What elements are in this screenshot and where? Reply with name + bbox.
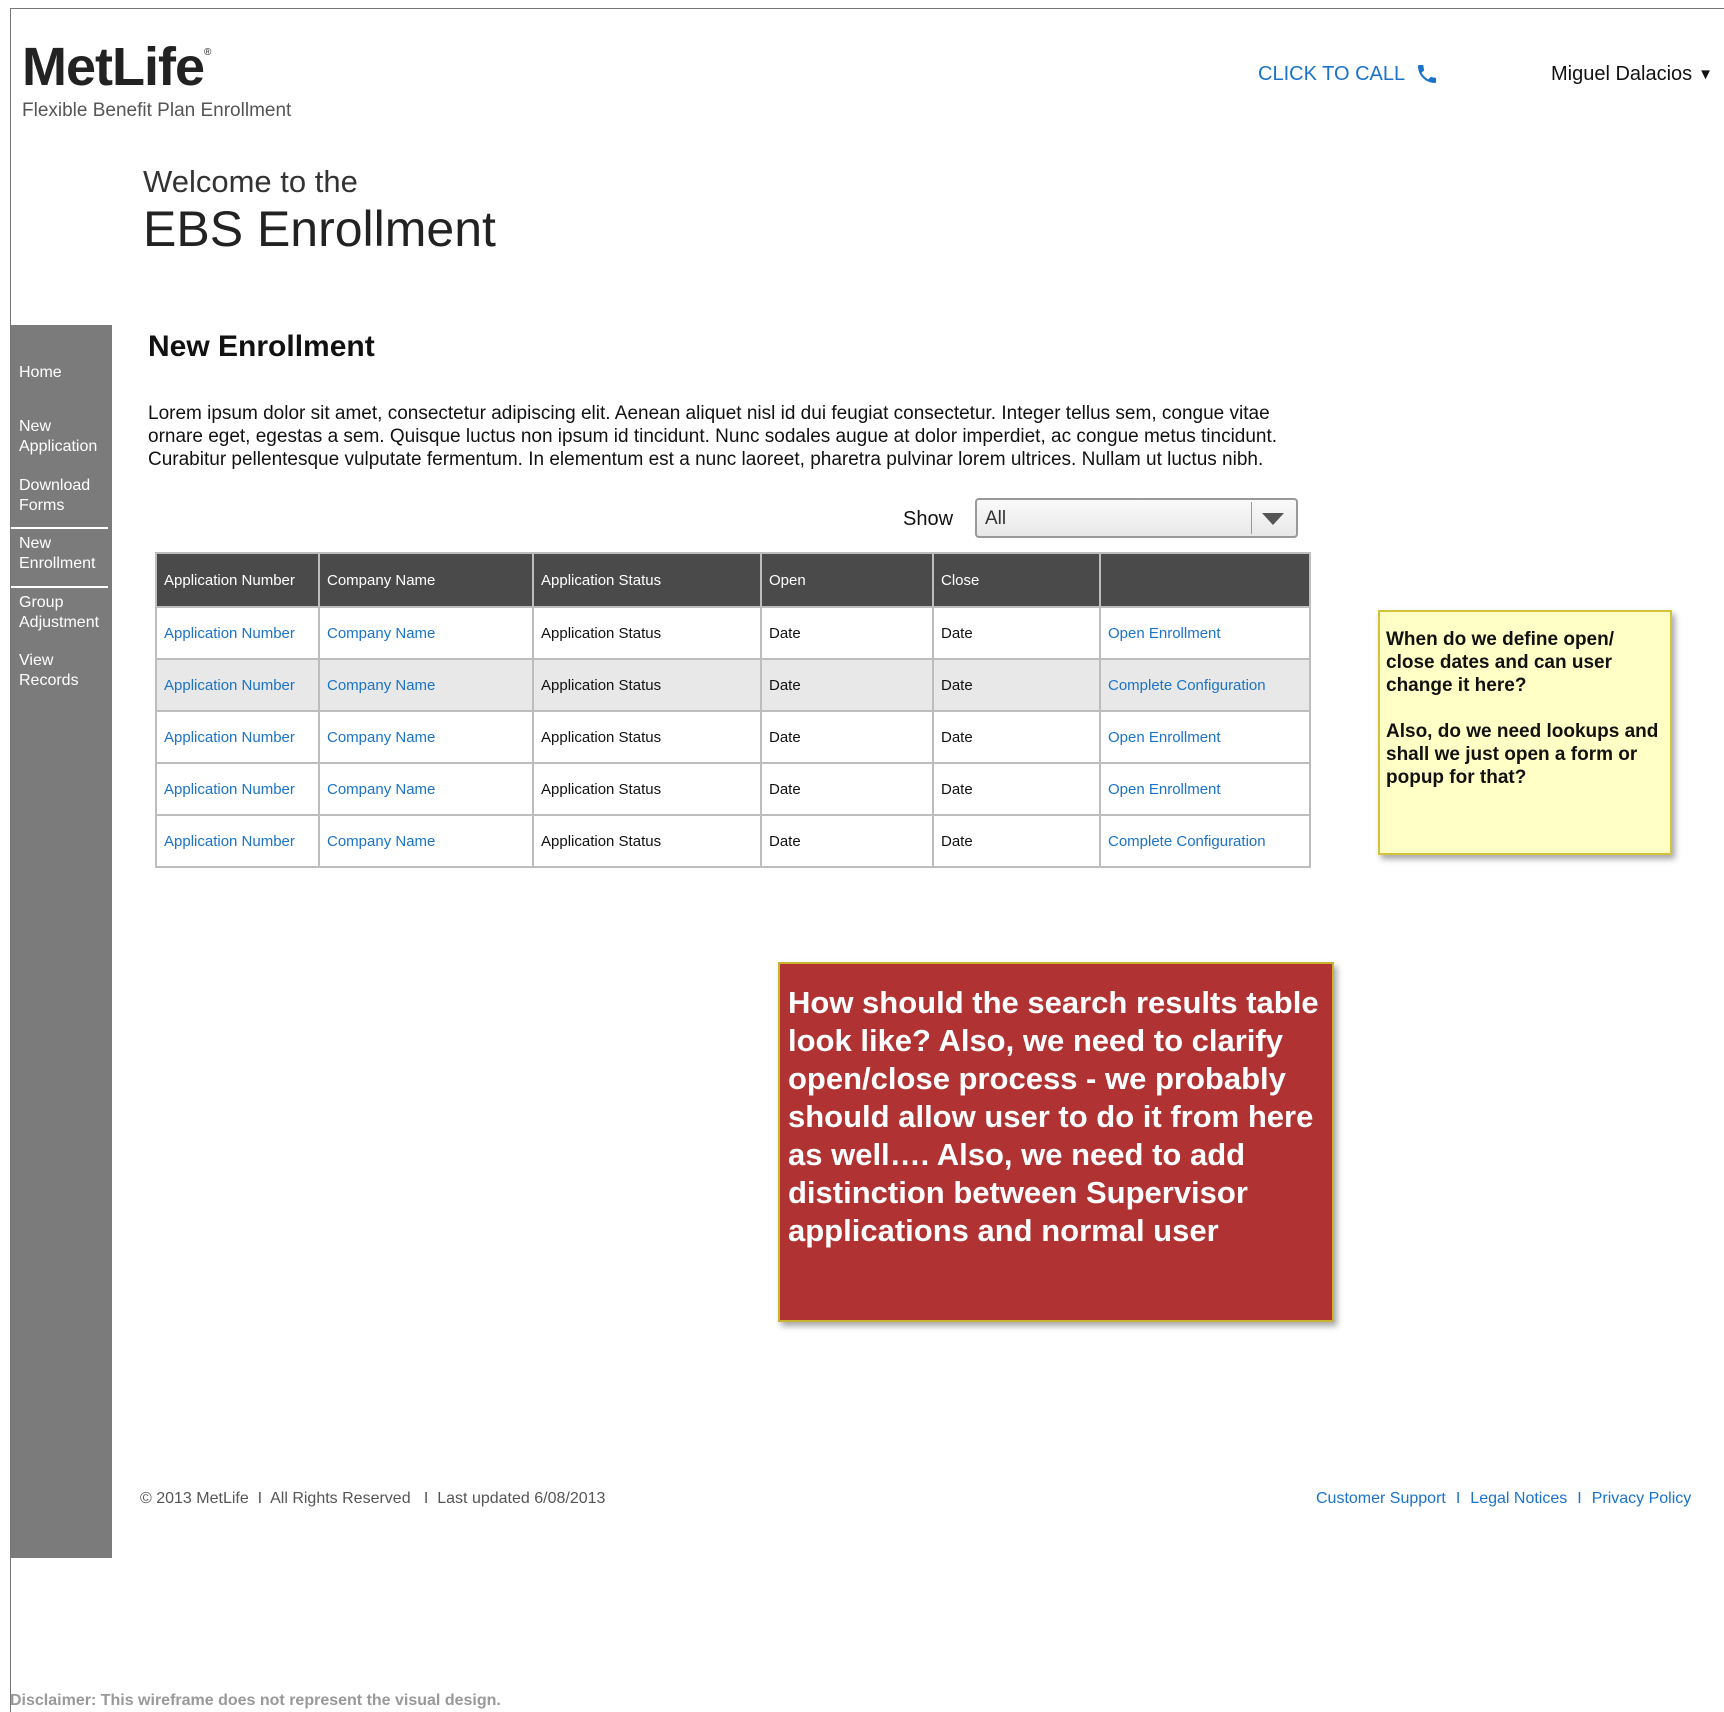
- application-status-cell: Application Status: [532, 762, 762, 816]
- sidebar-nav: Home New Application Download Forms New …: [11, 325, 112, 1558]
- column-header-company-name: Company Name: [318, 552, 534, 608]
- close-date-cell: Date: [932, 710, 1101, 764]
- intro-paragraph: Lorem ipsum dolor sit amet, consectetur …: [148, 403, 1278, 470]
- sidebar-item-group-adjustment[interactable]: Group Adjustment: [19, 593, 114, 633]
- sidebar-divider: [11, 527, 108, 529]
- sticky-note-yellow: When do we define open/ close dates and …: [1378, 610, 1672, 855]
- open-date-cell: Date: [760, 606, 934, 660]
- column-header-action: [1099, 552, 1311, 608]
- page-frame-top: [10, 8, 1724, 9]
- application-status-cell: Application Status: [532, 710, 762, 764]
- table-row: Application Number Company Name Applicat…: [155, 762, 1311, 816]
- application-number-link[interactable]: Application Number: [155, 762, 320, 816]
- user-menu[interactable]: Miguel Dalacios ▼: [1551, 63, 1713, 86]
- row-action-link[interactable]: Open Enrollment: [1099, 710, 1311, 764]
- table-row: Application Number Company Name Applicat…: [155, 658, 1311, 712]
- caret-down-icon: ▼: [1698, 66, 1714, 83]
- privacy-policy-link[interactable]: Privacy Policy: [1592, 1490, 1692, 1508]
- sidebar-item-new-application[interactable]: New Application: [19, 417, 109, 457]
- sticky-note-text: How should the search results table look…: [788, 985, 1319, 1248]
- wireframe-disclaimer: Disclaimer: This wireframe does not repr…: [10, 1692, 501, 1709]
- open-date-cell: Date: [760, 658, 934, 712]
- application-number-link[interactable]: Application Number: [155, 710, 320, 764]
- column-header-open: Open: [760, 552, 934, 608]
- metlife-logo[interactable]: MetLife®: [22, 37, 211, 97]
- open-date-cell: Date: [760, 814, 934, 868]
- sticky-note-red: How should the search results table look…: [778, 962, 1334, 1322]
- table-row: Application Number Company Name Applicat…: [155, 710, 1311, 764]
- close-date-cell: Date: [932, 658, 1101, 712]
- enrollment-table: Application Number Company Name Applicat…: [155, 552, 1311, 868]
- click-to-call-link[interactable]: CLICK TO CALL: [1258, 62, 1439, 86]
- sticky-note-text: When do we define open/ close dates and …: [1386, 629, 1614, 696]
- application-status-cell: Application Status: [532, 606, 762, 660]
- welcome-title: EBS Enrollment: [143, 201, 496, 257]
- table-row: Application Number Company Name Applicat…: [155, 606, 1311, 660]
- company-name-link[interactable]: Company Name: [318, 658, 534, 712]
- row-action-link[interactable]: Open Enrollment: [1099, 762, 1311, 816]
- application-status-cell: Application Status: [532, 658, 762, 712]
- logo-text: MetLife: [22, 37, 205, 97]
- app-tagline: Flexible Benefit Plan Enrollment: [22, 100, 292, 121]
- welcome-subtitle: Welcome to the: [143, 164, 358, 199]
- row-action-link[interactable]: Open Enrollment: [1099, 606, 1311, 660]
- footer-separator: I: [1455, 1490, 1461, 1507]
- company-name-link[interactable]: Company Name: [318, 814, 534, 868]
- sidebar-divider: [11, 586, 108, 588]
- registered-mark: ®: [204, 47, 211, 58]
- row-action-link[interactable]: Complete Configuration: [1099, 814, 1311, 868]
- column-header-application-status: Application Status: [532, 552, 762, 608]
- sidebar-item-new-enrollment[interactable]: New Enrollment: [19, 534, 109, 574]
- footer-separator: I: [1577, 1490, 1582, 1507]
- column-header-close: Close: [932, 552, 1101, 608]
- chevron-down-icon[interactable]: [1262, 513, 1284, 525]
- page-title: New Enrollment: [148, 330, 375, 363]
- user-name: Miguel Dalacios: [1551, 63, 1693, 85]
- application-number-link[interactable]: Application Number: [155, 606, 320, 660]
- close-date-cell: Date: [932, 814, 1101, 868]
- show-filter-label: Show: [903, 508, 954, 530]
- company-name-link[interactable]: Company Name: [318, 606, 534, 660]
- open-date-cell: Date: [760, 762, 934, 816]
- column-header-application-number: Application Number: [155, 552, 320, 608]
- sticky-note-text: Also, do we need lookups and shall we ju…: [1386, 721, 1659, 788]
- table-header-row: Application Number Company Name Applicat…: [155, 552, 1311, 608]
- sidebar-item-home[interactable]: Home: [19, 363, 62, 383]
- close-date-cell: Date: [932, 762, 1101, 816]
- click-to-call-label: CLICK TO CALL: [1258, 62, 1406, 85]
- show-filter-select[interactable]: All: [975, 498, 1298, 538]
- row-action-link[interactable]: Complete Configuration: [1099, 658, 1311, 712]
- customer-support-link[interactable]: Customer Support: [1316, 1490, 1446, 1508]
- legal-notices-link[interactable]: Legal Notices: [1470, 1490, 1567, 1508]
- sidebar-item-download-forms[interactable]: Download Forms: [19, 476, 99, 516]
- open-date-cell: Date: [760, 710, 934, 764]
- application-number-link[interactable]: Application Number: [155, 814, 320, 868]
- show-filter-value: All: [985, 508, 1007, 529]
- footer-links: Customer Support I Legal Notices I Priva…: [1316, 1490, 1691, 1508]
- footer-copyright: © 2013 MetLife I All Rights Reserved I L…: [140, 1490, 606, 1507]
- sidebar-item-view-records[interactable]: View Records: [19, 651, 89, 691]
- application-number-link[interactable]: Application Number: [155, 658, 320, 712]
- table-row: Application Number Company Name Applicat…: [155, 814, 1311, 868]
- company-name-link[interactable]: Company Name: [318, 710, 534, 764]
- phone-icon: [1418, 65, 1437, 83]
- close-date-cell: Date: [932, 606, 1101, 660]
- application-status-cell: Application Status: [532, 814, 762, 868]
- select-divider: [1251, 502, 1252, 534]
- company-name-link[interactable]: Company Name: [318, 762, 534, 816]
